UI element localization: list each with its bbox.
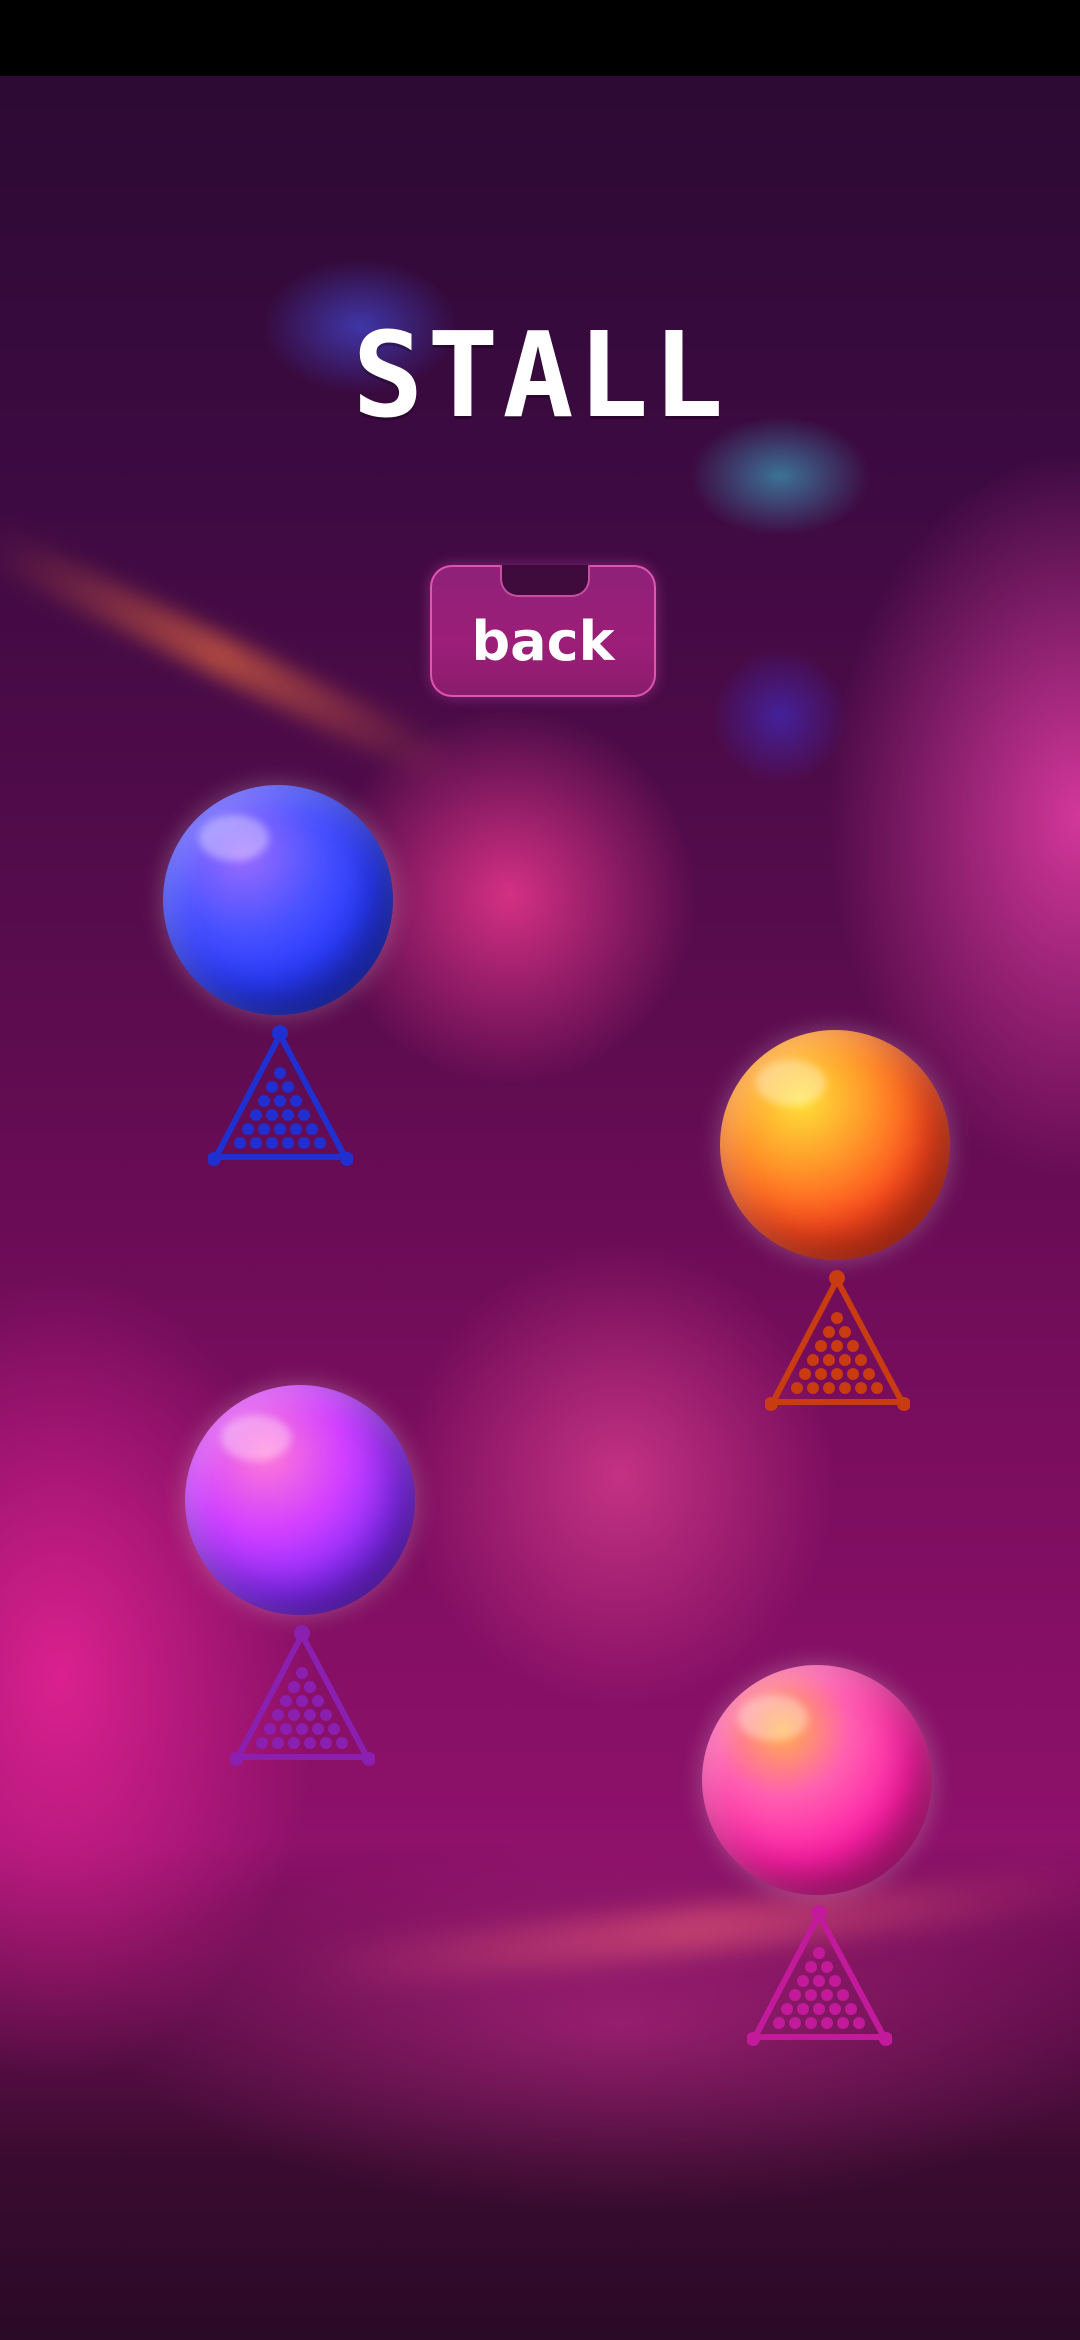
light-streak [299,1864,1080,1994]
status-bar [0,0,1080,76]
rack-icon [747,1905,892,2046]
ball-option-orange[interactable] [720,1030,960,1430]
light-streak [0,524,463,788]
ball-option-purple[interactable] [185,1385,425,1785]
ball-option-pink[interactable] [702,1665,942,2065]
back-button-label: back [471,610,615,673]
pink-ball [702,1665,932,1895]
back-button[interactable]: back [430,565,656,697]
rack-icon [208,1025,353,1166]
screen-title: STALL [352,306,728,444]
blue-ball [163,785,393,1015]
orange-ball [720,1030,950,1260]
ball-option-blue[interactable] [163,785,403,1185]
purple-ball [185,1385,415,1615]
rack-icon [230,1625,375,1766]
rack-icon [765,1270,910,1411]
button-notch [500,565,590,597]
